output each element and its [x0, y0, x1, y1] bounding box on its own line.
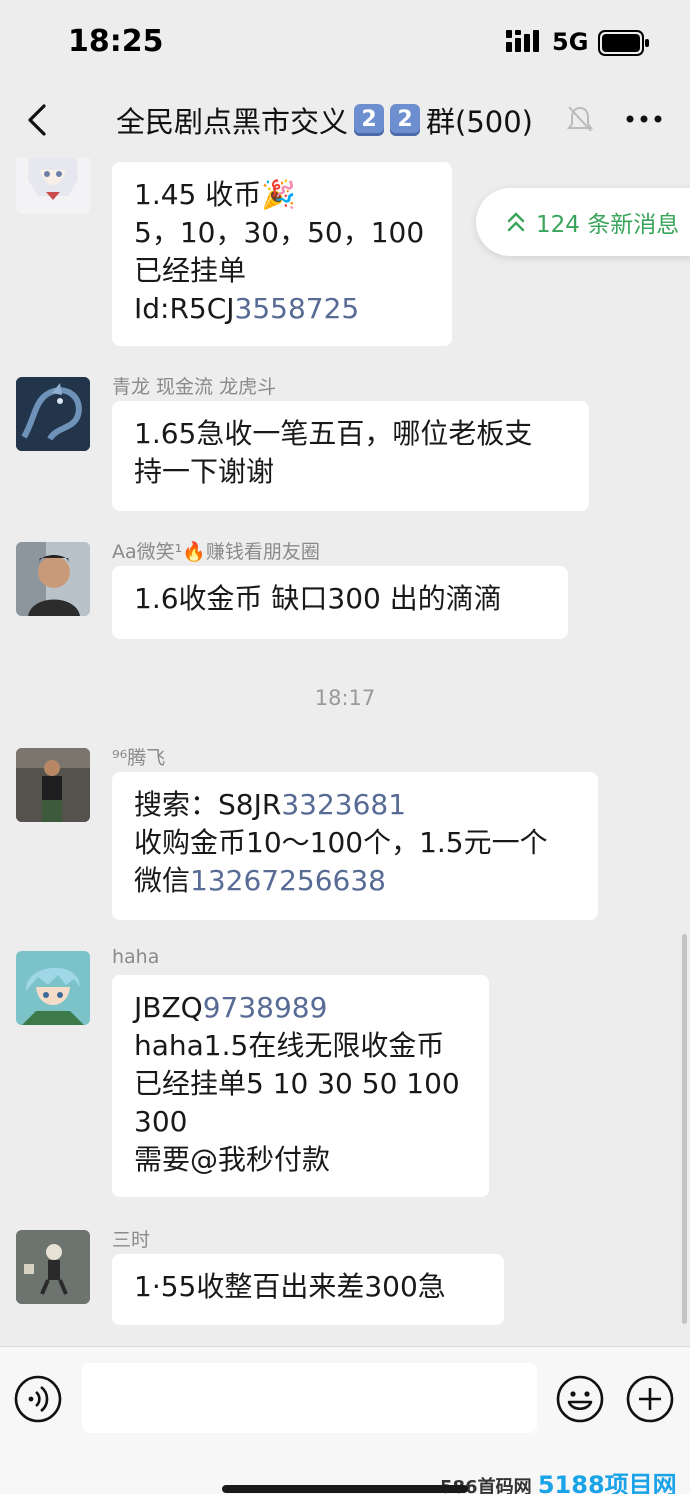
more-icon[interactable]: [626, 114, 662, 124]
avatar[interactable]: [16, 542, 90, 616]
message-text: 1.65急收一笔五百，哪位老板支: [134, 417, 533, 450]
new-messages-button[interactable]: 124 条新消息: [476, 188, 690, 256]
plus-icon[interactable]: [626, 1375, 674, 1423]
phone-number-link[interactable]: 3558725: [235, 292, 360, 325]
scrollbar[interactable]: [682, 934, 687, 1324]
message-text: 搜索：S8JR: [134, 788, 282, 821]
message-text-line: JBZQ9738989: [134, 989, 467, 1027]
sender-name: haha: [112, 946, 160, 968]
message-text: 300: [134, 1105, 188, 1138]
message-text: 已经挂单5 10 30 50 100: [134, 1067, 460, 1100]
chat-title-text: 全民剧点黑市交义: [116, 105, 349, 139]
phone-number-link[interactable]: 13267256638: [190, 864, 386, 897]
time-divider: 18:17: [314, 686, 376, 710]
input-bar: 586首码网 5188项目网: [0, 1346, 690, 1494]
message-text: 持一下谢谢: [134, 455, 275, 488]
anime-avatar-icon: [16, 158, 90, 214]
sender-name: 青龙 现金流 龙虎斗: [112, 376, 277, 398]
status-time: 18:25: [68, 24, 164, 59]
message-bubble[interactable]: 搜索：S8JR3323681 收购金币10～100个，1.5元一个 微信1326…: [112, 772, 598, 920]
nav-bar: 全民剧点黑市交义 2 2 群(500): [0, 86, 690, 158]
chat-title: 全民剧点黑市交义 2 2 群(500): [116, 100, 533, 140]
phone-number-link[interactable]: 3323681: [281, 788, 406, 821]
emoji-icon[interactable]: [556, 1375, 604, 1423]
watermark: 586首码网 5188项目网: [440, 1465, 677, 1494]
new-messages-label: 124 条新消息: [536, 212, 680, 238]
message-bubble[interactable]: 1.45 收币🎉 5，10，30，50，100 已经挂单 Id:R5CJ3558…: [112, 162, 452, 346]
message-bubble[interactable]: 1·55收整百出来差300急: [112, 1254, 504, 1325]
message-bubble[interactable]: JBZQ9738989 haha1.5在线无限收金币 已经挂单5 10 30 5…: [112, 975, 489, 1197]
gym-avatar-icon: [16, 748, 90, 822]
message-text-line: 搜索：S8JR3323681: [134, 786, 576, 824]
message-text: 1.6收金币 缺口300 出的滴滴: [134, 582, 502, 615]
message-text: Id:R5CJ: [134, 292, 235, 325]
mute-icon: [567, 106, 593, 132]
sender-name: Aa微笑¹🔥赚钱看朋友圈: [112, 541, 320, 563]
message-bubble[interactable]: 1.65急收一笔五百，哪位老板支 持一下谢谢: [112, 401, 589, 511]
message-text: 5，10，30，50，100: [134, 216, 425, 249]
anime-boy-avatar-icon: [16, 951, 90, 1025]
home-indicator: [222, 1485, 468, 1493]
person-avatar-icon: [16, 542, 90, 616]
keycap-emoji: 2: [390, 104, 421, 136]
message-text-line: Id:R5CJ3558725: [134, 290, 430, 328]
message-text: 需要@我秒付款: [134, 1143, 331, 1176]
cartoon-avatar-icon: [16, 1230, 90, 1304]
message-text: JBZQ: [134, 991, 203, 1024]
battery-icon: [598, 30, 649, 56]
avatar[interactable]: [16, 951, 90, 1025]
avatar[interactable]: [16, 748, 90, 822]
back-icon[interactable]: [18, 100, 58, 140]
message-text: 1·55收整百出来差300急: [134, 1270, 446, 1303]
avatar[interactable]: [16, 377, 90, 451]
keycap-emoji: 2: [354, 104, 385, 136]
message-text-line: 微信13267256638: [134, 862, 576, 900]
message-text: 已经挂单: [134, 254, 247, 287]
avatar[interactable]: [16, 158, 90, 214]
sender-name: 三时: [112, 1229, 151, 1251]
message-text: 收购金币10～100个，1.5元一个: [134, 826, 548, 859]
phone-number-link[interactable]: 9738989: [203, 991, 328, 1024]
signal-icon: [506, 30, 539, 52]
watermark-brand: 5188项目网: [537, 1471, 677, 1494]
chat-messages[interactable]: 1.45 收币🎉 5，10，30，50，100 已经挂单 Id:R5CJ3558…: [0, 158, 690, 1346]
chat-title-count: 群(500): [426, 105, 533, 139]
status-bar: 18:25 5G: [0, 0, 690, 86]
message-bubble[interactable]: 1.6收金币 缺口300 出的滴滴: [112, 566, 568, 639]
double-chevron-up-icon: [507, 212, 525, 232]
network-label: 5G: [552, 28, 589, 56]
message-text: haha1.5在线无限收金币: [134, 1029, 445, 1062]
message-text: 微信: [134, 864, 191, 897]
dragon-avatar-icon: [16, 377, 90, 451]
message-input[interactable]: [82, 1363, 537, 1433]
message-text: 1.45 收币🎉: [134, 178, 297, 211]
avatar[interactable]: [16, 1230, 90, 1304]
voice-icon[interactable]: [14, 1375, 62, 1423]
sender-name: ⁹⁶腾飞: [112, 747, 166, 769]
